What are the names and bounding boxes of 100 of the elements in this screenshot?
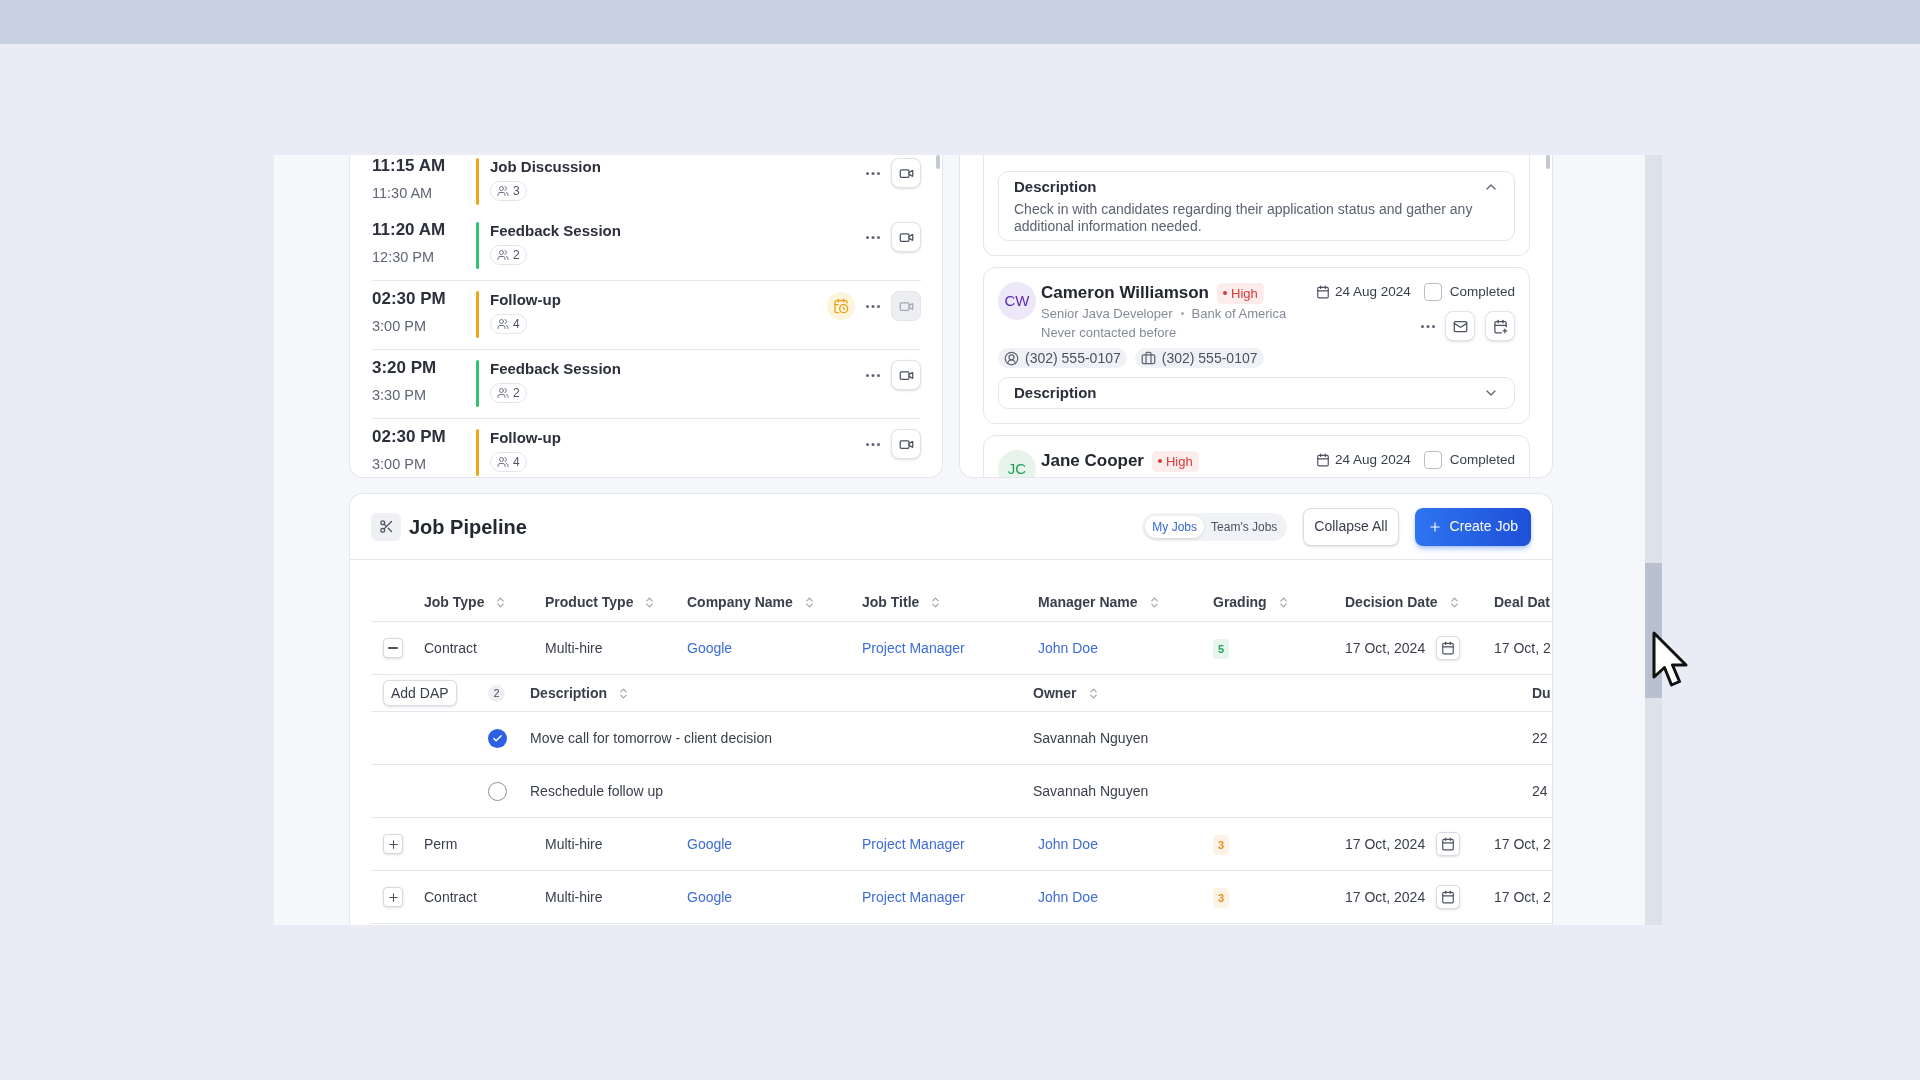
- end-time: 3:00 PM: [372, 317, 426, 335]
- column-header: Job Title: [862, 593, 920, 612]
- mail-icon: [1452, 318, 1468, 334]
- column-header: Owner: [1033, 683, 1077, 703]
- column-header: Manager Name: [1038, 593, 1138, 612]
- description-title: Description: [1014, 383, 1097, 403]
- product-type: Multi-hire: [545, 889, 603, 905]
- scrollbar-thumb: [936, 155, 940, 169]
- start-time: 3:20 PM: [372, 358, 437, 378]
- job-title-link[interactable]: Project Manager: [862, 836, 965, 852]
- calendar-plus-icon: [1492, 318, 1508, 334]
- column-header: Grading: [1213, 593, 1267, 612]
- deal-date: 17 Oct, 2: [1494, 640, 1551, 656]
- end-time: 3:30 PM: [372, 386, 426, 404]
- more-icon[interactable]: [866, 373, 880, 377]
- task-checkbox[interactable]: [488, 781, 507, 801]
- job-type: Contract: [424, 640, 477, 656]
- add-dap-button[interactable]: Add DAP: [383, 680, 457, 706]
- task-due-date: 24: [1532, 783, 1548, 799]
- video-call-button[interactable]: [891, 360, 921, 390]
- calendar-icon: [1441, 641, 1456, 655]
- collapse-all-button[interactable]: Collapse All: [1303, 507, 1399, 546]
- expand-row-button[interactable]: [383, 887, 403, 907]
- company-link[interactable]: Google: [687, 640, 733, 656]
- avatar: CW: [998, 282, 1036, 320]
- minus-icon: [388, 647, 398, 649]
- create-job-button[interactable]: Create Job: [1414, 507, 1531, 546]
- event-title: Follow-up: [490, 291, 561, 309]
- avatar: JC: [998, 450, 1036, 477]
- job-title-link[interactable]: Project Manager: [862, 889, 965, 905]
- deal-date: 17 Oct, 2: [1494, 889, 1551, 905]
- manager-link[interactable]: John Doe: [1038, 889, 1098, 905]
- column-header: Company Name: [687, 593, 793, 612]
- email-button[interactable]: [1445, 311, 1475, 341]
- schedule-button[interactable]: [1485, 311, 1515, 341]
- job-title-link[interactable]: Project Manager: [862, 640, 965, 656]
- column-header: Job Type: [424, 593, 485, 612]
- company-link[interactable]: Google: [687, 836, 733, 852]
- task-checkbox[interactable]: [488, 728, 507, 748]
- more-icon[interactable]: [866, 442, 880, 446]
- more-icon[interactable]: [866, 171, 880, 175]
- product-type: Multi-hire: [545, 836, 603, 852]
- job-type: Contract: [424, 889, 477, 905]
- decision-date: 17 Oct, 2024: [1345, 834, 1426, 854]
- completed-label: Completed: [1449, 282, 1515, 301]
- expand-row-button[interactable]: [383, 834, 403, 854]
- task-owner: Savannah Nguyen: [1033, 783, 1149, 799]
- contact-name: Cameron Williamson: [1041, 282, 1209, 304]
- count-badge: 2: [488, 684, 505, 702]
- manager-link[interactable]: John Doe: [1038, 640, 1098, 656]
- description-title: Description: [1014, 177, 1097, 197]
- calendar-icon: [1315, 285, 1330, 299]
- video-call-button[interactable]: [891, 222, 921, 252]
- manager-link[interactable]: John Doe: [1038, 836, 1098, 852]
- plus-icon: [386, 890, 400, 904]
- completed-checkbox[interactable]: [1423, 283, 1442, 301]
- date-picker-button[interactable]: [1436, 636, 1461, 660]
- task-due-date: 22: [1532, 730, 1548, 746]
- deal-date: 17 Oct, 2: [1494, 836, 1551, 852]
- scrollbar-thumb: [1546, 155, 1550, 169]
- grade-badge: 5: [1213, 639, 1229, 660]
- calendar-icon: [1315, 453, 1330, 467]
- date-picker-button[interactable]: [1436, 885, 1461, 909]
- company-link[interactable]: Google: [687, 889, 733, 905]
- priority-label: High: [1231, 285, 1258, 301]
- start-time: 11:15 AM: [372, 156, 446, 176]
- plus-icon: [386, 837, 400, 851]
- decision-date: 17 Oct, 2024: [1345, 638, 1426, 658]
- phone-number: (302) 555-0107: [1025, 350, 1121, 366]
- attendee-count: 2: [513, 248, 520, 262]
- task-owner: Savannah Nguyen: [1033, 730, 1149, 746]
- video-call-button[interactable]: [891, 429, 921, 459]
- more-icon[interactable]: [866, 235, 880, 239]
- people-icon: [497, 387, 509, 399]
- scope-tab[interactable]: Team's Jobs: [1204, 515, 1285, 538]
- date-picker-button[interactable]: [1436, 832, 1461, 856]
- due-date: 24 Aug 2024: [1334, 450, 1411, 469]
- contact-name: Jane Cooper: [1041, 450, 1144, 472]
- completed-checkbox[interactable]: [1423, 451, 1442, 469]
- more-icon[interactable]: [866, 304, 880, 308]
- column-header: Description: [530, 683, 607, 703]
- priority-label: High: [1166, 453, 1193, 469]
- briefcase-icon: [1140, 350, 1156, 366]
- task-description: Move call for tomorrow - client decision: [530, 730, 772, 746]
- end-time: 12:30 PM: [372, 248, 435, 266]
- people-icon: [497, 185, 509, 197]
- scope-tab[interactable]: My Jobs: [1145, 515, 1205, 538]
- event-title: Feedback Session: [490, 360, 621, 378]
- attendee-count: 4: [513, 317, 520, 331]
- video-call-button[interactable]: [891, 158, 921, 188]
- phone-number: (302) 555-0107: [1161, 350, 1258, 366]
- description-text: Check in with candidates regarding their application status and gather any additional information needed.: [1014, 201, 1474, 235]
- event-title: Follow-up: [490, 429, 561, 447]
- plus-icon: [1427, 519, 1442, 534]
- calendar-icon: [1441, 890, 1456, 904]
- job-type: Perm: [424, 836, 458, 852]
- check-icon: [492, 732, 503, 744]
- more-icon[interactable]: [1421, 324, 1435, 328]
- collapse-row-button[interactable]: [383, 638, 403, 658]
- column-header: Product Type: [545, 593, 634, 612]
